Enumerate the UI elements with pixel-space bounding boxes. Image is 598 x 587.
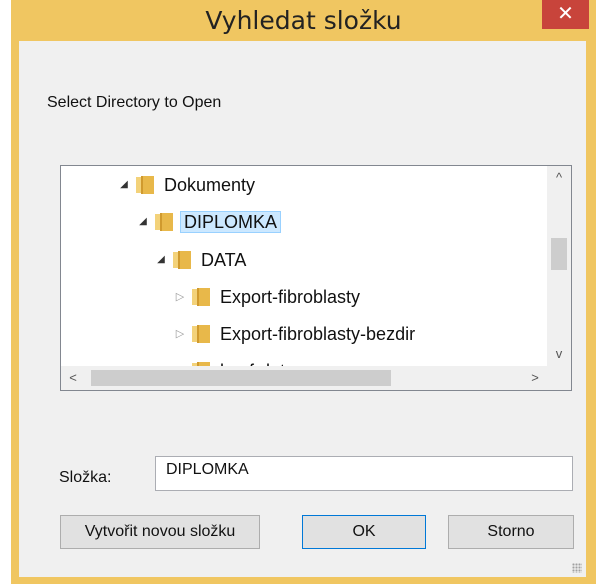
- tree-item-export-fibroblasty-bezdir[interactable]: ▷ Export-fibroblasty-bezdir: [173, 319, 418, 347]
- folder-icon: [191, 324, 211, 344]
- close-button[interactable]: ✕: [542, 0, 589, 29]
- background-strip: [0, 0, 11, 587]
- folder-tree[interactable]: ◢ Dokumenty ◢ DIPLOMKA ◢ DATA ▷ Export-fibro…: [60, 165, 572, 391]
- expand-arrow-icon[interactable]: ◢: [117, 171, 131, 199]
- tree-item-label: Dokumenty: [164, 175, 256, 196]
- horizontal-scrollbar[interactable]: < >: [61, 366, 547, 390]
- expand-arrow-icon[interactable]: ◢: [136, 208, 150, 236]
- folder-field-label: Složka:: [59, 469, 112, 486]
- tree-item-label: DATA: [201, 250, 247, 271]
- scroll-left-icon[interactable]: <: [61, 366, 85, 390]
- folder-browser-dialog: Vyhledat složku ✕ Select Directory to Op…: [11, 0, 596, 584]
- scroll-up-icon[interactable]: ^: [547, 166, 571, 190]
- resize-grip-icon[interactable]: [572, 563, 582, 573]
- tree-item-label: Export-fibroblasty-bezdir: [220, 324, 416, 345]
- collapsed-arrow-icon[interactable]: ▷: [173, 283, 187, 311]
- tree-item-label: DIPLOMKA: [180, 211, 282, 234]
- folder-icon: [172, 250, 192, 270]
- tree-item-konf-data[interactable]: ▷konf-data: [173, 356, 298, 366]
- collapsed-arrow-icon[interactable]: ▷: [173, 320, 187, 348]
- folder-icon: [154, 212, 174, 232]
- expand-arrow-icon[interactable]: ◢: [154, 246, 168, 274]
- close-icon: ✕: [557, 3, 574, 25]
- dialog-title: Vyhledat složku: [205, 6, 402, 35]
- folder-name-input[interactable]: [155, 456, 573, 491]
- tree-item-data[interactable]: ◢ DATA: [154, 245, 249, 273]
- new-folder-button[interactable]: Vytvořit novou složku: [60, 515, 260, 549]
- scrollbar-corner: [547, 366, 571, 390]
- tree-item-export-fibroblasty[interactable]: ▷ Export-fibroblasty: [173, 282, 363, 310]
- folder-icon: [191, 287, 211, 307]
- dialog-body: Select Directory to Open ◢ Dokumenty ◢ DIP…: [19, 41, 586, 577]
- vertical-scrollbar[interactable]: ^ v: [547, 166, 571, 366]
- tree-item-label: Export-fibroblasty: [220, 287, 361, 308]
- scroll-down-icon[interactable]: v: [547, 342, 571, 366]
- collapsed-arrow-icon[interactable]: ▷: [173, 357, 187, 366]
- tree-item-diplomka[interactable]: ◢ DIPLOMKA: [136, 207, 282, 236]
- tree-item-dokumenty[interactable]: ◢ Dokumenty: [117, 170, 258, 198]
- scroll-right-icon[interactable]: >: [523, 366, 547, 390]
- title-bar[interactable]: Vyhledat složku ✕: [11, 0, 596, 41]
- ok-button[interactable]: OK: [302, 515, 426, 549]
- vertical-scroll-thumb[interactable]: [551, 238, 567, 270]
- folder-icon: [135, 175, 155, 195]
- folder-tree-viewport: ◢ Dokumenty ◢ DIPLOMKA ◢ DATA ▷ Export-fibro…: [61, 166, 547, 366]
- dialog-prompt: Select Directory to Open: [47, 94, 222, 111]
- cancel-button[interactable]: Storno: [448, 515, 574, 549]
- horizontal-scroll-thumb[interactable]: [91, 370, 391, 386]
